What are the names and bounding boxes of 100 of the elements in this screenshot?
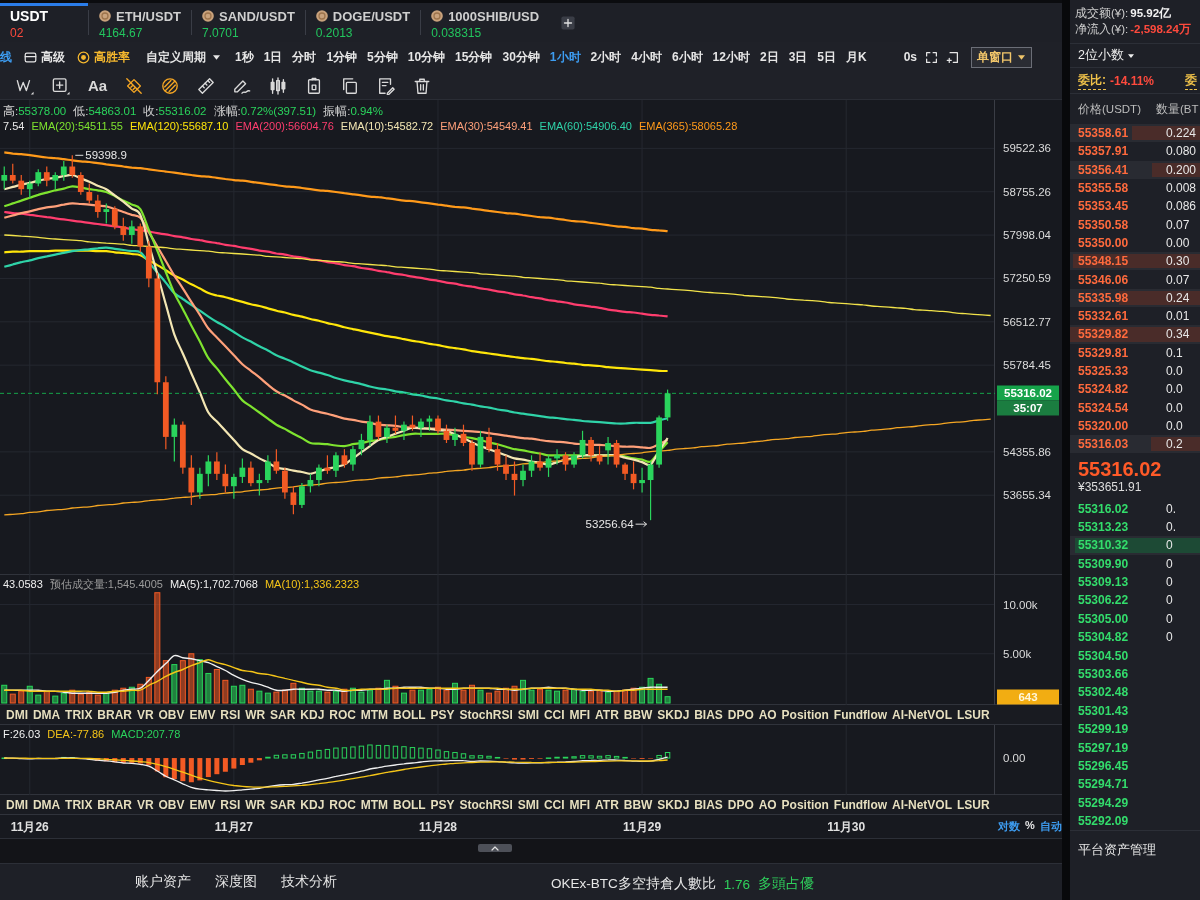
indicator-tab[interactable]: MTM	[360, 707, 389, 722]
indicator-tab[interactable]: EMV	[189, 707, 216, 722]
indicator-tab[interactable]: BRAR	[97, 797, 132, 812]
bottom-tab[interactable]: 账户资产	[135, 873, 191, 895]
indicator-tab[interactable]: ROC	[329, 797, 356, 812]
bottom-tab[interactable]: 技术分析	[281, 873, 337, 895]
indicator-tab[interactable]: LSUR	[956, 707, 990, 722]
indicator-tab[interactable]: DMA	[32, 797, 61, 812]
candles-icon[interactable]	[269, 76, 288, 95]
indicator-tab[interactable]: DPO	[727, 797, 754, 812]
indicator-tab[interactable]: OBV	[158, 707, 185, 722]
ticker-tab[interactable]: DOGE/USDT 0.2013	[305, 3, 421, 42]
indicator-tab[interactable]: AI-NetVOL	[892, 797, 952, 812]
chart-mode-tab[interactable]: 高级	[24, 48, 65, 66]
indicator-tab[interactable]: DMI	[6, 707, 28, 722]
period-tab[interactable]: 5分钟	[367, 48, 398, 66]
indicator-tab[interactable]: BIAS	[694, 707, 723, 722]
ruler-icon[interactable]	[197, 76, 216, 95]
indicator-tab[interactable]: DPO	[727, 707, 754, 722]
period-tab[interactable]: 1秒	[235, 48, 254, 66]
period-tab[interactable]: 10分钟	[407, 48, 446, 66]
indicator-tab[interactable]: ATR	[595, 797, 619, 812]
indicator-tab[interactable]: MTM	[360, 797, 389, 812]
crossed-diamond-icon[interactable]	[125, 76, 144, 95]
indicator-tab[interactable]: RSI	[220, 707, 241, 722]
period-tab[interactable]: 分时	[292, 48, 317, 66]
indicator-tab[interactable]: VR	[136, 797, 154, 812]
indicator-tab[interactable]: WR	[245, 707, 266, 722]
indicator-tab[interactable]: BBW	[623, 707, 653, 722]
period-tab[interactable]: 1分钟	[326, 48, 358, 66]
chart-mode-tab[interactable]: 线	[0, 48, 12, 66]
period-tab[interactable]: 3日	[788, 48, 808, 66]
add-tab-icon[interactable]	[561, 15, 576, 30]
period-tab[interactable]: 4小时	[631, 48, 662, 66]
indicator-tab[interactable]: KDJ	[300, 707, 325, 722]
indicator-tab[interactable]: LSUR	[956, 797, 990, 812]
chart-mode-tab[interactable]: 高胜率	[77, 48, 130, 66]
indicator-tab[interactable]: SMI	[517, 797, 540, 812]
plus-box-tool-icon[interactable]	[52, 76, 70, 95]
indicator-tab[interactable]: BIAS	[694, 797, 723, 812]
indicator-tab[interactable]: BOLL	[393, 707, 426, 722]
indicator-tab[interactable]: TRIX	[65, 797, 93, 812]
add-window-icon[interactable]	[946, 50, 959, 64]
precision-dropdown[interactable]: 2位小数	[1078, 47, 1135, 64]
window-mode-dropdown[interactable]: 单窗口	[971, 46, 1032, 68]
indicator-tab[interactable]: BRAR	[97, 707, 132, 722]
fullscreen-icon[interactable]	[925, 50, 938, 64]
copy-icon[interactable]	[341, 76, 360, 95]
indicator-tab[interactable]: BOLL	[393, 797, 426, 812]
note-edit-icon[interactable]	[377, 76, 396, 95]
period-tab[interactable]: 6小时	[671, 48, 703, 66]
indicator-tab[interactable]: AI-NetVOL	[892, 707, 952, 722]
indicator-tab[interactable]: MFI	[569, 797, 591, 812]
scale-option[interactable]: 自动	[1039, 819, 1062, 834]
indicator-tab[interactable]: BBW	[623, 797, 653, 812]
indicator-tab[interactable]: AO	[758, 707, 777, 722]
diff-tab[interactable]: 委	[1185, 71, 1197, 90]
indicator-tab[interactable]: MFI	[569, 707, 591, 722]
indicator-tab[interactable]: DMA	[32, 707, 61, 722]
period-tab[interactable]: 1日	[263, 48, 283, 66]
ticker-tab[interactable]: 1000SHIB/USD 0.038315	[421, 3, 550, 42]
period-tab[interactable]: 15分钟	[455, 48, 493, 66]
hatched-circle-icon[interactable]	[161, 76, 180, 95]
indicator-tab[interactable]: WR	[245, 797, 266, 812]
asset-management-link[interactable]: 平台资产管理	[1078, 842, 1156, 858]
indicator-tab[interactable]: Fundflow	[833, 707, 888, 722]
scale-option[interactable]: 对数	[998, 819, 1020, 834]
indicator-tab[interactable]: Fundflow	[833, 797, 888, 812]
indicator-tab[interactable]: SMI	[517, 707, 540, 722]
collapse-handle-icon[interactable]	[478, 844, 512, 852]
period-tab[interactable]: 2日	[759, 48, 779, 66]
indicator-tab[interactable]: AO	[758, 797, 777, 812]
indicator-tab[interactable]: SKDJ	[657, 797, 690, 812]
indicator-tab[interactable]: SAR	[270, 797, 296, 812]
text-tool-button[interactable]: Aa	[88, 76, 108, 95]
indicator-tab[interactable]: CCI	[543, 707, 565, 722]
indicator-tab[interactable]: CCI	[543, 797, 565, 812]
indicator-tab[interactable]: KDJ	[300, 797, 325, 812]
ratio-tab[interactable]: 委比:	[1078, 71, 1106, 90]
indicator-tab[interactable]: RSI	[220, 797, 241, 812]
indicator-tab[interactable]: Position	[781, 707, 829, 722]
ticker-tab[interactable]: ETH/USDT 4164.67	[89, 3, 191, 42]
period-tab[interactable]: 月K	[846, 48, 867, 66]
bottom-tab[interactable]: 深度图	[215, 873, 257, 895]
indicator-tab[interactable]: SAR	[270, 707, 296, 722]
indicator-tab[interactable]: OBV	[158, 797, 185, 812]
indicator-tab[interactable]: EMV	[189, 797, 216, 812]
indicator-tab[interactable]: SKDJ	[657, 707, 690, 722]
indicator-tab[interactable]: StochRSI	[459, 797, 513, 812]
indicator-tab[interactable]: Position	[781, 797, 829, 812]
indicator-tab[interactable]: TRIX	[65, 707, 93, 722]
period-tab[interactable]: 5日	[817, 48, 836, 66]
indicator-tab[interactable]: PSY	[430, 797, 455, 812]
scale-option[interactable]: %	[1025, 819, 1035, 834]
ticker-tab[interactable]: SAND/USDT 7.0701	[192, 3, 305, 42]
period-tab[interactable]: 12小时	[712, 48, 750, 66]
period-tab[interactable]: 2小时	[590, 48, 622, 66]
indicator-tab[interactable]: VR	[136, 707, 154, 722]
indicator-tab[interactable]: ATR	[595, 707, 619, 722]
indicator-tab[interactable]: ROC	[329, 707, 356, 722]
